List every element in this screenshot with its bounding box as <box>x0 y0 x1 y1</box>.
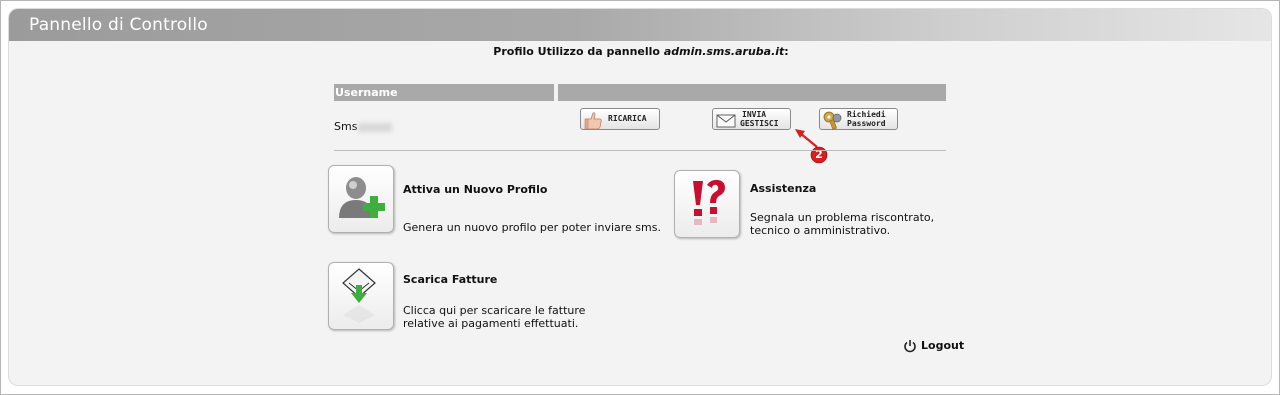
invoices-desc-line1: Clicca qui per scaricare le fatture <box>403 304 586 317</box>
ricarica-button[interactable]: RICARICA <box>580 108 660 130</box>
username-redacted <box>358 122 393 132</box>
new-profile-title[interactable]: Attiva un Nuovo Profilo <box>403 183 547 196</box>
invia-label: INVIA <box>742 110 767 119</box>
invoices-title[interactable]: Scarica Fatture <box>403 273 497 286</box>
invoices-description: Clicca qui per scaricare le fatture rela… <box>403 304 585 330</box>
assistance-title[interactable]: Assistenza <box>750 182 816 195</box>
richiedi-label: Richiedi <box>847 110 886 119</box>
logout-label: Logout <box>921 339 965 352</box>
new-profile-tile[interactable] <box>328 165 394 233</box>
profile-heading: Profilo Utilizzo da pannello admin.sms.a… <box>0 45 1280 58</box>
panel-title: Pannello di Controllo <box>29 15 208 35</box>
profile-domain: admin.sms.aruba.it <box>663 45 785 58</box>
ricarica-label: RICARICA <box>608 114 647 123</box>
exclamation-question-icon <box>693 179 725 225</box>
column-header-actions <box>558 84 946 101</box>
invoices-desc-line2: relative ai pagamenti effettuati. <box>403 317 579 330</box>
assistance-desc-line2: tecnico o amministrativo. <box>750 224 891 237</box>
assistance-desc-line1: Segnala un problema riscontrato, <box>750 211 935 224</box>
panel-header: Pannello di Controllo <box>9 9 1271 41</box>
password-label: Password <box>847 119 886 128</box>
new-profile-description: Genera un nuovo profilo per poter inviar… <box>403 221 661 234</box>
envelope-icon <box>715 110 737 128</box>
gestisci-label: GESTISCI <box>740 119 779 128</box>
thumb-icon <box>583 110 605 130</box>
annotation-callout: 2 <box>795 119 835 168</box>
profile-heading-suffix: : <box>784 45 789 58</box>
assistance-tile[interactable] <box>674 170 740 238</box>
username-cell: Sms <box>334 120 393 133</box>
invia-gestisci-button[interactable]: INVIA GESTISCI <box>712 108 791 130</box>
username-value: Sms <box>334 120 358 133</box>
section-divider <box>334 150 946 151</box>
invoices-tile[interactable] <box>328 262 394 330</box>
power-icon <box>903 339 917 356</box>
profile-heading-prefix: Profilo Utilizzo da pannello <box>493 45 664 58</box>
control-panel: Pannello di Controllo <box>9 9 1271 385</box>
download-invoice-icon <box>342 268 376 323</box>
column-header-username: Username <box>334 84 554 101</box>
assistance-description: Segnala un problema riscontrato, tecnico… <box>750 211 934 237</box>
add-user-icon <box>339 177 385 218</box>
